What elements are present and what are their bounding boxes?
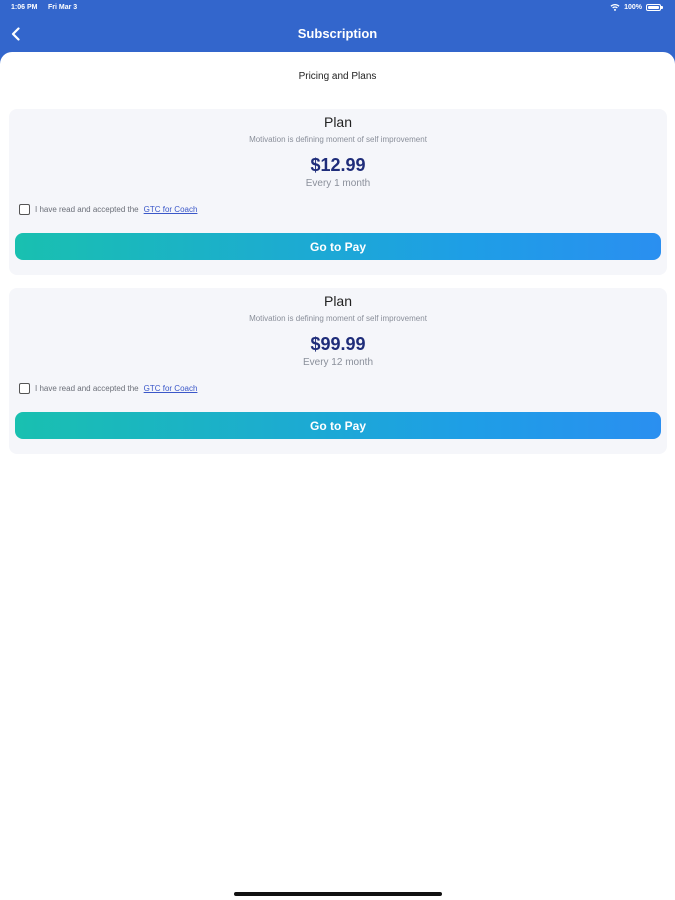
- header-bar: 1:06 PM Fri Mar 3 100% Subscription: [0, 0, 675, 60]
- terms-row: I have read and accepted the GTC for Coa…: [19, 204, 197, 215]
- battery-percent: 100%: [624, 3, 642, 11]
- go-to-pay-button[interactable]: Go to Pay: [15, 233, 661, 260]
- terms-link[interactable]: GTC for Coach: [144, 205, 198, 214]
- terms-text: I have read and accepted the: [35, 384, 139, 393]
- terms-text: I have read and accepted the: [35, 205, 139, 214]
- plan-card: Plan Motivation is defining moment of se…: [9, 288, 667, 454]
- status-right: 100%: [610, 3, 663, 11]
- terms-row: I have read and accepted the GTC for Coa…: [19, 383, 197, 394]
- status-date: Fri Mar 3: [48, 4, 78, 11]
- plan-card: Plan Motivation is defining moment of se…: [9, 109, 667, 275]
- wifi-icon: [610, 3, 620, 11]
- battery-icon: [646, 3, 663, 11]
- main-content: Pricing and Plans Plan Motivation is def…: [0, 52, 675, 900]
- plan-name: Plan: [323, 293, 353, 309]
- page-title: Subscription: [297, 26, 378, 41]
- status-time: 1:06 PM: [11, 4, 38, 11]
- plan-price: $99.99: [310, 334, 366, 354]
- terms-checkbox[interactable]: [19, 204, 30, 215]
- plan-description: Motivation is defining moment of self im…: [249, 314, 427, 323]
- plan-period: Every 1 month: [305, 178, 371, 189]
- plan-name: Plan: [323, 114, 353, 130]
- terms-link[interactable]: GTC for Coach: [144, 384, 198, 393]
- plan-period: Every 12 month: [302, 357, 374, 368]
- status-bar: 1:06 PM Fri Mar 3 100%: [0, 0, 675, 16]
- section-title: Pricing and Plans: [298, 71, 377, 82]
- plan-price: $12.99: [310, 155, 366, 175]
- home-indicator[interactable]: [234, 892, 442, 896]
- go-to-pay-button[interactable]: Go to Pay: [15, 412, 661, 439]
- terms-checkbox[interactable]: [19, 383, 30, 394]
- plan-description: Motivation is defining moment of self im…: [249, 135, 427, 144]
